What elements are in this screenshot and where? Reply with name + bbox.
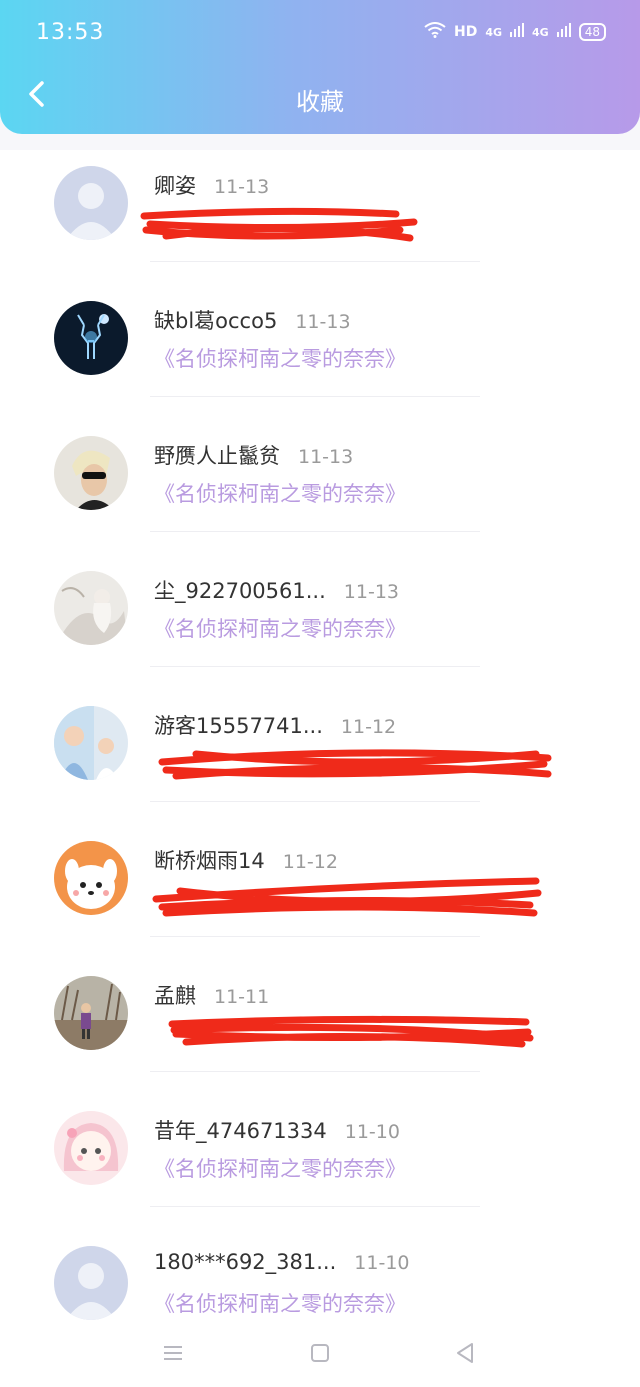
name-line: 断桥烟雨14 11-12 (154, 845, 338, 875)
status-indicators: HD 4G 4G 48 (424, 22, 606, 42)
item-date: 11-13 (343, 581, 399, 603)
top-header: 13:53 HD 4G 4G 48 收藏 (0, 0, 640, 134)
avatar[interactable] (54, 571, 128, 645)
name-line: 孟麒 11-11 (154, 980, 269, 1010)
user-name: 野赝人止鬣贫 (154, 444, 280, 468)
avatar[interactable] (54, 166, 128, 240)
name-line: 尘_922700561... 11-13 (154, 575, 399, 605)
redaction-scribble (158, 749, 552, 780)
list-item[interactable]: 尘_922700561... 11-13 《名侦探柯南之零的奈奈》 (0, 555, 640, 690)
name-line: 游客15557741... 11-12 (154, 710, 396, 740)
name-line: 卿姿 11-13 (154, 170, 269, 200)
redaction-scribble (168, 1015, 534, 1048)
divider (150, 936, 480, 937)
page-title: 收藏 (296, 88, 344, 116)
divider (150, 666, 480, 667)
favorites-list: 卿姿 11-13 缺bl葛occo5 11-13 《名侦探柯南之零的奈奈》 野赝… (0, 150, 640, 1320)
wifi-icon (424, 22, 446, 42)
work-title[interactable]: 《名侦探柯南之零的奈奈》 (154, 478, 406, 508)
avatar[interactable] (54, 1111, 128, 1185)
divider (150, 801, 480, 802)
user-name: 游客15557741... (154, 714, 323, 738)
nav-back-button[interactable] (450, 1340, 480, 1370)
home-button[interactable] (305, 1340, 335, 1370)
system-nav-bar (0, 1320, 640, 1387)
hd-indicator: HD (454, 24, 478, 40)
list-item[interactable]: 断桥烟雨14 11-12 (0, 825, 640, 960)
list-item[interactable]: 孟麒 11-11 (0, 960, 640, 1095)
list-item[interactable]: 野赝人止鬣贫 11-13 《名侦探柯南之零的奈奈》 (0, 420, 640, 555)
user-name: 180***692_381... (154, 1250, 337, 1274)
divider (150, 261, 480, 262)
item-date: 11-12 (340, 716, 397, 738)
status-time: 13:53 (36, 20, 105, 45)
list-item[interactable]: 缺bl葛occo5 11-13 《名侦探柯南之零的奈奈》 (0, 285, 640, 420)
work-title[interactable]: 《名侦探柯南之零的奈奈》 (154, 613, 406, 643)
work-title[interactable]: 《名侦探柯南之零的奈奈》 (154, 343, 406, 373)
signal-bars-icon (556, 23, 571, 41)
square-home-icon (310, 1343, 330, 1367)
signal-bars-icon (510, 23, 525, 41)
redaction-scribble (152, 877, 542, 917)
signal-4g-2: 4G (532, 25, 549, 39)
user-name: 孟麒 (154, 984, 196, 1008)
name-line: 昔年_474671334 11-10 (154, 1115, 400, 1145)
divider (150, 1071, 480, 1072)
divider (150, 531, 480, 532)
item-date: 11-10 (344, 1121, 400, 1143)
user-name: 尘_922700561... (154, 579, 326, 603)
list-item[interactable]: 游客15557741... 11-12 (0, 690, 640, 825)
list-item[interactable]: 卿姿 11-13 (0, 150, 640, 285)
status-bar: 13:53 HD 4G 4G 48 (0, 0, 640, 66)
avatar[interactable] (54, 436, 128, 510)
name-line: 180***692_381... 11-10 (154, 1250, 410, 1274)
divider (150, 396, 480, 397)
item-date: 11-13 (298, 446, 354, 468)
divider (150, 1206, 480, 1207)
triangle-back-icon (455, 1342, 475, 1368)
avatar[interactable] (54, 1246, 128, 1320)
user-name: 断桥烟雨14 (154, 849, 265, 873)
item-date: 11-13 (295, 311, 351, 333)
list-item[interactable]: 昔年_474671334 11-10 《名侦探柯南之零的奈奈》 (0, 1095, 640, 1230)
item-date: 11-11 (214, 986, 270, 1008)
item-date: 11-13 (214, 176, 270, 198)
work-title[interactable]: 《名侦探柯南之零的奈奈》 (154, 1153, 406, 1183)
avatar[interactable] (54, 301, 128, 375)
redaction-scribble (140, 207, 418, 242)
user-name: 缺bl葛occo5 (154, 309, 278, 333)
menu-button[interactable] (158, 1340, 188, 1370)
signal-4g-1: 4G (485, 25, 503, 39)
battery-icon: 48 (578, 23, 606, 41)
avatar[interactable] (54, 976, 128, 1050)
user-name: 昔年_474671334 (154, 1119, 327, 1143)
avatar[interactable] (54, 841, 128, 915)
name-line: 野赝人止鬣贫 11-13 (154, 440, 353, 470)
item-date: 11-12 (282, 851, 338, 873)
user-name: 卿姿 (154, 174, 196, 198)
menu-icon (162, 1344, 184, 1366)
avatar[interactable] (54, 706, 128, 780)
item-date: 11-10 (354, 1252, 410, 1274)
work-title[interactable]: 《名侦探柯南之零的奈奈》 (154, 1288, 406, 1318)
name-line: 缺bl葛occo5 11-13 (154, 305, 351, 335)
